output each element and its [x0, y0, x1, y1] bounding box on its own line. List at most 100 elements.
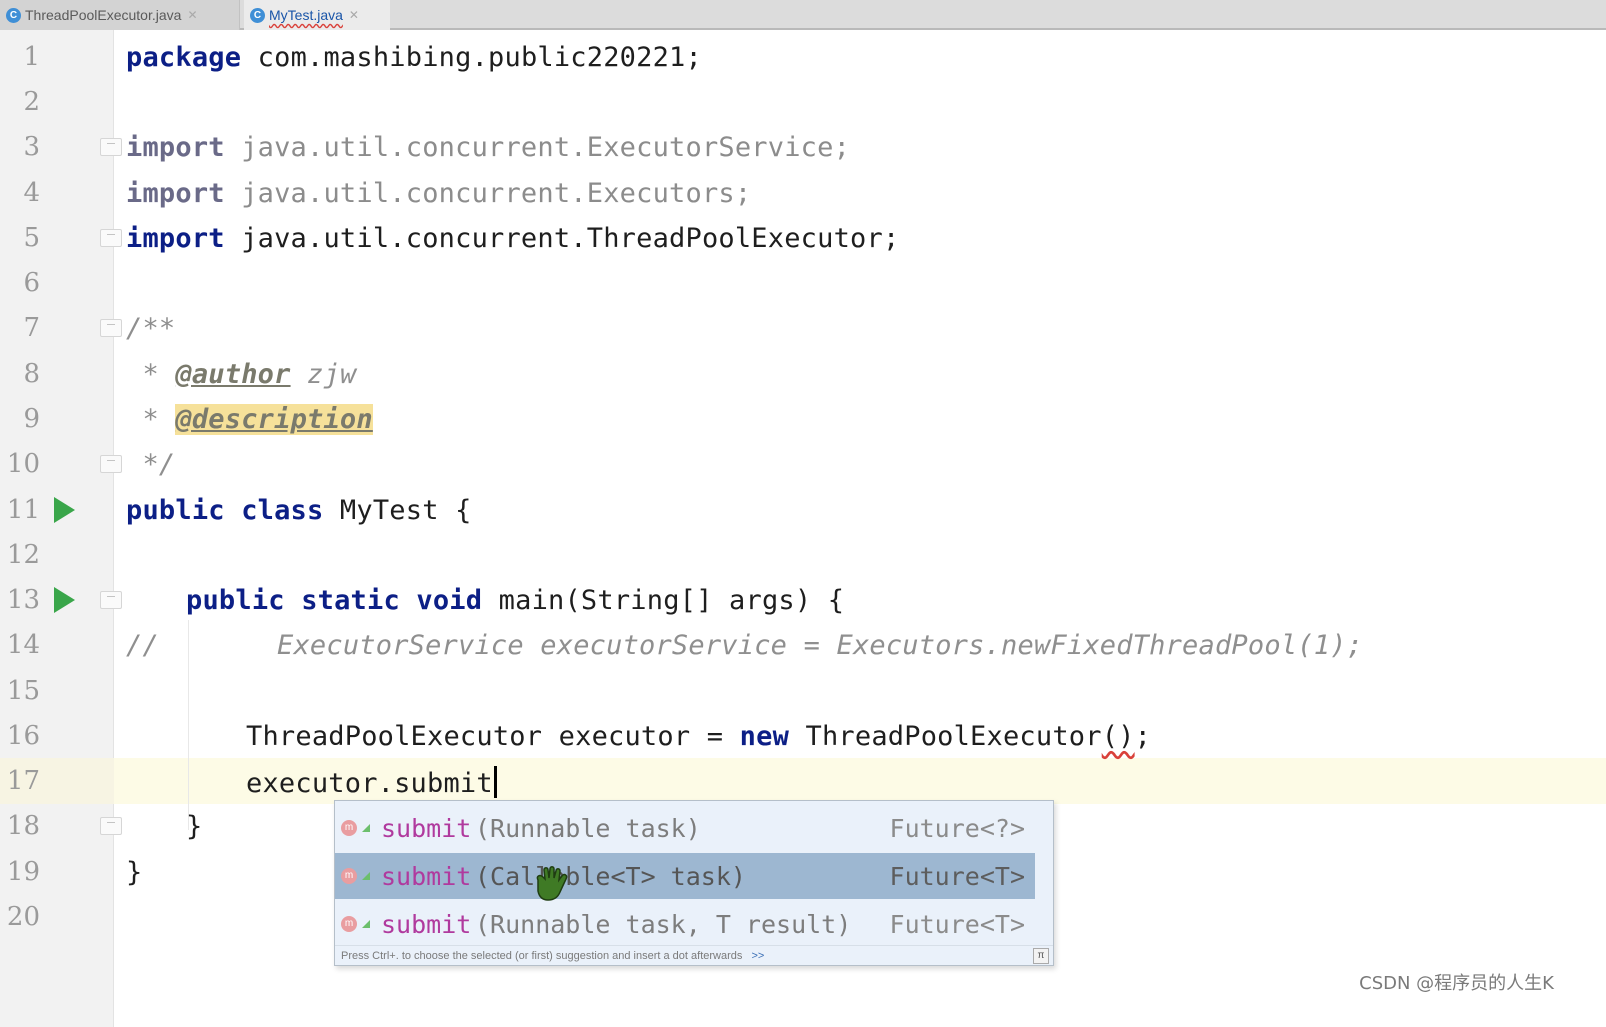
code-line: 5 import java.util.concurrent.ThreadPool…: [0, 215, 1606, 260]
line-number: 5: [23, 223, 40, 253]
code-fragment: ThreadPoolExecutor executor =: [246, 721, 740, 752]
completion-item-selected[interactable]: m submit (Callable<T> task) Future<T>: [335, 853, 1035, 899]
close-icon[interactable]: ✕: [349, 8, 359, 22]
code-line: 1 package com.mashibing.public220221;: [0, 34, 1606, 79]
completion-method-name: submit: [381, 909, 472, 939]
code-line: 13 public static void main(String[] args…: [0, 577, 1606, 622]
completion-hint: Press Ctrl+. to choose the selected (or …: [335, 945, 1053, 965]
keyword: import: [126, 132, 225, 163]
completion-return-type: Future<?>: [889, 813, 1025, 843]
public-visibility-icon: [362, 872, 370, 880]
code-text: ThreadPoolExecutor executor = new Thread…: [246, 721, 1151, 752]
code-line: 6: [0, 260, 1606, 305]
code-line: 11 public class MyTest {: [0, 487, 1606, 532]
line-number: 6: [23, 268, 40, 298]
completion-item[interactable]: m submit (Runnable task, T result) Futur…: [335, 901, 1035, 947]
line-comment-marker: //: [126, 630, 159, 661]
pi-icon[interactable]: π: [1033, 948, 1049, 964]
code-line: 4 import java.util.concurrent.Executors;: [0, 170, 1606, 215]
code-fragment: java.util.concurrent.ExecutorService;: [224, 132, 851, 163]
line-number: 15: [6, 676, 40, 706]
line-number: 19: [6, 857, 40, 887]
line-number: 20: [6, 902, 40, 932]
close-icon[interactable]: ✕: [187, 8, 197, 22]
code-line: 3 import java.util.concurrent.ExecutorSe…: [0, 124, 1606, 169]
code-text: import java.util.concurrent.ThreadPoolEx…: [126, 223, 899, 254]
completion-hint-more-link[interactable]: >>: [751, 950, 764, 962]
comment-star: *: [126, 359, 176, 390]
class-icon: C: [250, 7, 265, 23]
keyword: public class: [126, 495, 324, 526]
closing-brace: }: [186, 811, 203, 842]
line-number: 1: [23, 42, 40, 72]
text-caret: [493, 766, 497, 798]
doc-comment: * @author zjw: [126, 359, 356, 390]
line-number: 18: [6, 811, 40, 841]
code-line: 16 ThreadPoolExecutor executor = new Thr…: [0, 713, 1606, 758]
code-fragment: MyTest {: [323, 495, 472, 526]
fold-icon[interactable]: [100, 591, 122, 609]
completion-item[interactable]: m submit (Runnable task) Future<?>: [335, 805, 1035, 851]
completion-method-name: submit: [381, 813, 472, 843]
error-parens: (): [1101, 721, 1135, 752]
code-fragment: ;: [1134, 721, 1152, 752]
line-number: 13: [6, 585, 40, 615]
code-fragment: com.mashibing.public220221;: [241, 42, 702, 73]
public-visibility-icon: [362, 920, 370, 928]
code-completion-popup: m submit (Runnable task) Future<?> m sub…: [334, 800, 1054, 966]
tab-mytest[interactable]: C MyTest.java ✕: [244, 0, 390, 30]
method-icon: m: [341, 868, 357, 884]
line-number: 11: [6, 495, 40, 525]
code-text: package com.mashibing.public220221;: [126, 42, 702, 73]
keyword: import: [126, 178, 225, 209]
code-line-current: 17 executor.submit: [0, 758, 1606, 803]
run-icon[interactable]: [54, 497, 75, 523]
tab-threadpoolexecutor[interactable]: C ThreadPoolExecutor.java ✕: [0, 0, 240, 30]
line-number: 7: [23, 313, 40, 343]
completion-params: (Runnable task): [475, 813, 701, 843]
line-number: 9: [23, 404, 40, 434]
code-line: 12: [0, 532, 1606, 577]
completion-hint-text: Press Ctrl+. to choose the selected (or …: [341, 950, 743, 962]
code-fragment: ThreadPoolExecutor: [789, 721, 1102, 752]
fold-icon[interactable]: [100, 229, 122, 247]
code-text: public static void main(String[] args) {: [186, 585, 844, 616]
run-icon[interactable]: [54, 587, 75, 613]
keyword: new: [739, 721, 790, 752]
code-line: 9 * @description: [0, 396, 1606, 441]
commented-code: ExecutorService executorService = Execut…: [277, 630, 1364, 661]
fold-icon[interactable]: [100, 817, 122, 835]
hand-cursor-icon: [536, 866, 568, 901]
closing-brace: }: [126, 857, 143, 888]
line-number: 10: [6, 449, 40, 479]
fold-icon[interactable]: [100, 138, 122, 156]
code-fragment: java.util.concurrent.ThreadPoolExecutor;: [224, 223, 900, 254]
doc-comment: /**: [126, 313, 176, 344]
code-line: 8 * @author zjw: [0, 351, 1606, 396]
code-text: executor.submit: [246, 766, 497, 799]
comment-star: *: [126, 404, 176, 435]
completion-params: (Runnable task, T result): [475, 909, 852, 939]
method-icon: m: [341, 916, 357, 932]
completion-return-type: Future<T>: [889, 909, 1025, 939]
code-fragment: java.util.concurrent.Executors;: [224, 178, 752, 209]
comment-text: zjw: [290, 359, 357, 390]
method-icon: m: [341, 820, 357, 836]
code-line: 15: [0, 668, 1606, 713]
code-text: import java.util.concurrent.Executors;: [126, 178, 751, 209]
code-text: import java.util.concurrent.ExecutorServ…: [126, 132, 850, 163]
line-number: 17: [6, 766, 40, 796]
tab-label: MyTest.java: [269, 7, 343, 23]
line-number: 14: [6, 630, 40, 660]
code-line: 7 /**: [0, 305, 1606, 350]
fold-icon[interactable]: [100, 319, 122, 337]
fold-icon[interactable]: [100, 455, 122, 473]
keyword: package: [126, 42, 242, 73]
doc-comment: * @description: [126, 404, 373, 435]
line-number: 3: [23, 132, 40, 162]
completion-return-type: Future<T>: [889, 861, 1025, 891]
public-visibility-icon: [362, 824, 370, 832]
completion-method-name: submit: [381, 861, 472, 891]
keyword: public static void: [186, 585, 483, 616]
keyword: import: [126, 223, 225, 254]
